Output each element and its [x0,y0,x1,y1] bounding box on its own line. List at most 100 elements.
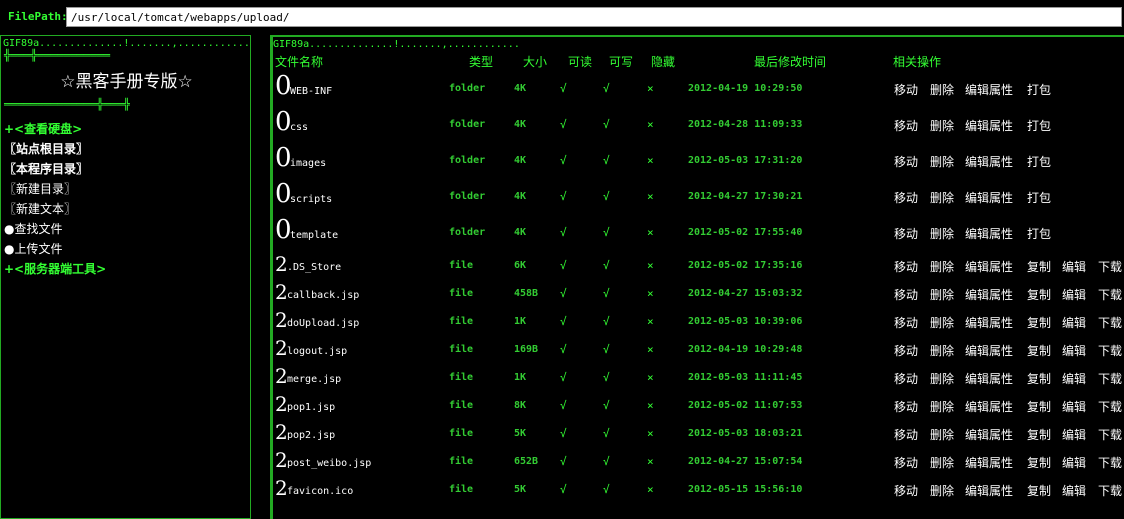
move-action[interactable]: 移动 [894,342,918,359]
download-action[interactable]: 下载 [1098,286,1122,303]
pack-action[interactable]: 打包 [1027,153,1051,170]
delete-action[interactable]: 删除 [930,153,954,170]
edit-attributes-action[interactable]: 编辑属性 [965,117,1013,134]
file-name-link[interactable]: scripts [290,194,332,205]
sidebar-menu-item[interactable]: 〖新建文本〗 [4,200,76,217]
pack-action[interactable]: 打包 [1027,225,1051,242]
move-action[interactable]: 移动 [894,189,918,206]
copy-action[interactable]: 复制 [1027,286,1051,303]
copy-action[interactable]: 复制 [1027,314,1051,331]
move-action[interactable]: 移动 [894,482,918,499]
edit-action[interactable]: 编辑 [1062,314,1086,331]
modified-time: 2012-05-02 17:55:40 [688,227,803,238]
delete-action[interactable]: 删除 [930,81,954,98]
edit-action[interactable]: 编辑 [1062,286,1086,303]
edit-attributes-action[interactable]: 编辑属性 [965,225,1013,242]
file-name-link[interactable]: template [290,230,338,241]
delete-action[interactable]: 删除 [930,398,954,415]
pack-action[interactable]: 打包 [1027,189,1051,206]
move-action[interactable]: 移动 [894,426,918,443]
copy-action[interactable]: 复制 [1027,426,1051,443]
file-name-link[interactable]: merge.jsp [287,374,341,385]
edit-attributes-action[interactable]: 编辑属性 [965,398,1013,415]
edit-attributes-action[interactable]: 编辑属性 [965,314,1013,331]
sidebar-menu-item[interactable]: ●上传文件 [4,240,62,257]
move-action[interactable]: 移动 [894,153,918,170]
copy-action[interactable]: 复制 [1027,398,1051,415]
delete-action[interactable]: 删除 [930,454,954,471]
copy-action[interactable]: 复制 [1027,342,1051,359]
edit-action[interactable]: 编辑 [1062,398,1086,415]
file-name-link[interactable]: logout.jsp [287,346,347,357]
copy-action[interactable]: 复制 [1027,454,1051,471]
edit-action[interactable]: 编辑 [1062,454,1086,471]
file-name-link[interactable]: pop2.jsp [287,430,335,441]
edit-attributes-action[interactable]: 编辑属性 [965,286,1013,303]
delete-action[interactable]: 删除 [930,314,954,331]
edit-attributes-action[interactable]: 编辑属性 [965,153,1013,170]
sidebar-menu-item[interactable]: +<查看硬盘> [4,120,82,137]
delete-action[interactable]: 删除 [930,426,954,443]
edit-action[interactable]: 编辑 [1062,370,1086,387]
move-action[interactable]: 移动 [894,314,918,331]
delete-action[interactable]: 删除 [930,342,954,359]
file-name-link[interactable]: callback.jsp [287,290,359,301]
download-action[interactable]: 下载 [1098,482,1122,499]
download-action[interactable]: 下载 [1098,426,1122,443]
download-action[interactable]: 下载 [1098,370,1122,387]
file-name-link[interactable]: css [290,122,308,133]
move-action[interactable]: 移动 [894,454,918,471]
download-action[interactable]: 下载 [1098,258,1122,275]
edit-attributes-action[interactable]: 编辑属性 [965,189,1013,206]
copy-action[interactable]: 复制 [1027,370,1051,387]
edit-attributes-action[interactable]: 编辑属性 [965,342,1013,359]
file-row: 2 favicon.ico file 5K √ √ × 2012-05-15 15:56:10… [273,475,1124,503]
delete-action[interactable]: 删除 [930,370,954,387]
delete-action[interactable]: 删除 [930,258,954,275]
sidebar-menu-item[interactable]: 〖站点根目录〗 [4,140,88,157]
edit-attributes-action[interactable]: 编辑属性 [965,258,1013,275]
pack-action[interactable]: 打包 [1027,81,1051,98]
edit-attributes-action[interactable]: 编辑属性 [965,482,1013,499]
filepath-input[interactable] [66,7,1122,27]
file-name-link[interactable]: images [290,158,326,169]
edit-action[interactable]: 编辑 [1062,482,1086,499]
file-name-link[interactable]: WEB-INF [290,86,332,97]
download-action[interactable]: 下载 [1098,398,1122,415]
file-name-link[interactable]: post_weibo.jsp [287,458,371,469]
move-action[interactable]: 移动 [894,117,918,134]
file-name-link[interactable]: doUpload.jsp [287,318,359,329]
copy-action[interactable]: 复制 [1027,258,1051,275]
delete-action[interactable]: 删除 [930,286,954,303]
move-action[interactable]: 移动 [894,286,918,303]
edit-attributes-action[interactable]: 编辑属性 [965,454,1013,471]
move-action[interactable]: 移动 [894,225,918,242]
edit-action[interactable]: 编辑 [1062,258,1086,275]
delete-action[interactable]: 删除 [930,225,954,242]
delete-action[interactable]: 删除 [930,117,954,134]
move-action[interactable]: 移动 [894,370,918,387]
file-name-link[interactable]: pop1.jsp [287,402,335,413]
sidebar-menu-item[interactable]: ●查找文件 [4,220,62,237]
edit-attributes-action[interactable]: 编辑属性 [965,426,1013,443]
sidebar-menu-item[interactable]: +<服务器端工具> [4,260,106,277]
edit-attributes-action[interactable]: 编辑属性 [965,81,1013,98]
file-size: 4K [514,83,527,94]
download-action[interactable]: 下载 [1098,342,1122,359]
delete-action[interactable]: 删除 [930,189,954,206]
file-name-link[interactable]: favicon.ico [287,486,353,497]
sidebar-menu-item[interactable]: 〖本程序目录〗 [4,160,88,177]
edit-attributes-action[interactable]: 编辑属性 [965,370,1013,387]
move-action[interactable]: 移动 [894,81,918,98]
edit-action[interactable]: 编辑 [1062,342,1086,359]
copy-action[interactable]: 复制 [1027,482,1051,499]
sidebar-menu-item[interactable]: 〖新建目录〗 [4,180,76,197]
pack-action[interactable]: 打包 [1027,117,1051,134]
file-name-link[interactable]: .DS_Store [287,262,341,273]
download-action[interactable]: 下载 [1098,314,1122,331]
move-action[interactable]: 移动 [894,398,918,415]
edit-action[interactable]: 编辑 [1062,426,1086,443]
move-action[interactable]: 移动 [894,258,918,275]
download-action[interactable]: 下载 [1098,454,1122,471]
delete-action[interactable]: 删除 [930,482,954,499]
